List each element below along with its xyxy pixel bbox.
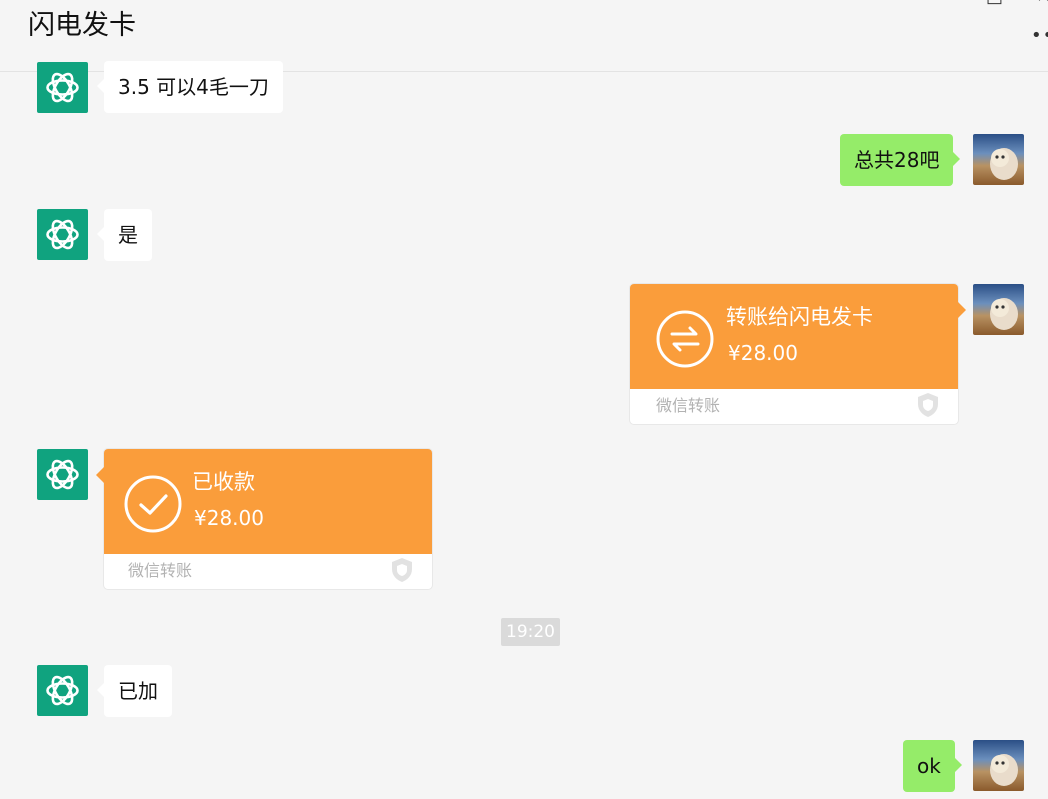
openai-logo-icon xyxy=(46,459,79,490)
message-text: ok xyxy=(917,754,941,778)
bot-message-bubble[interactable]: 是 xyxy=(97,209,152,261)
user-avatar[interactable] xyxy=(973,284,1024,335)
bot-message-bubble[interactable]: 3.5 可以4毛一刀 xyxy=(97,61,283,113)
message-text: 是 xyxy=(118,223,138,247)
user-message-bubble[interactable]: ok xyxy=(903,740,962,792)
checkmark-icon xyxy=(124,475,182,533)
more-options-button[interactable]: •• xyxy=(1031,25,1048,46)
bot-message-bubble[interactable]: 已加 xyxy=(97,665,172,717)
transfer-amount: ¥28.00 xyxy=(728,341,798,365)
message-text: 已加 xyxy=(118,679,158,703)
cat-avatar-image xyxy=(990,148,1018,180)
transfer-arrows-icon xyxy=(656,310,714,368)
message-text: 总共28吧 xyxy=(854,148,940,172)
maximize-icon[interactable]: □ xyxy=(986,0,1003,7)
user-avatar[interactable] xyxy=(973,740,1024,791)
bot-avatar[interactable] xyxy=(37,449,88,500)
shield-icon xyxy=(918,393,938,417)
cat-avatar-image xyxy=(990,298,1018,330)
openai-logo-icon xyxy=(46,675,79,706)
message-timestamp: 19:20 xyxy=(501,618,560,646)
transfer-card-received[interactable]: 已收款 ¥28.00 微信转账 xyxy=(96,449,432,589)
message-text: 3.5 可以4毛一刀 xyxy=(118,75,269,99)
shield-icon xyxy=(392,558,412,582)
close-icon[interactable]: ✕ xyxy=(1036,0,1048,7)
minimize-icon[interactable]: − xyxy=(887,0,902,7)
transfer-footer-label: 微信转账 xyxy=(656,396,721,415)
bot-avatar[interactable] xyxy=(37,209,88,260)
bot-avatar[interactable] xyxy=(37,665,88,716)
user-avatar[interactable] xyxy=(973,134,1024,185)
transfer-footer-label: 微信转账 xyxy=(128,561,193,580)
bot-avatar[interactable] xyxy=(37,62,88,113)
cat-avatar-image xyxy=(990,754,1018,786)
transfer-title: 已收款 xyxy=(192,470,255,494)
transfer-card-sent[interactable]: 转账给闪电发卡 ¥28.00 微信转账 xyxy=(630,284,966,424)
user-message-bubble[interactable]: 总共28吧 xyxy=(840,134,961,186)
chat-title: 闪电发卡 xyxy=(28,10,136,41)
transfer-title: 转账给闪电发卡 xyxy=(726,305,873,329)
openai-logo-icon xyxy=(46,219,79,250)
openai-logo-icon xyxy=(46,72,79,103)
transfer-amount: ¥28.00 xyxy=(194,506,264,530)
